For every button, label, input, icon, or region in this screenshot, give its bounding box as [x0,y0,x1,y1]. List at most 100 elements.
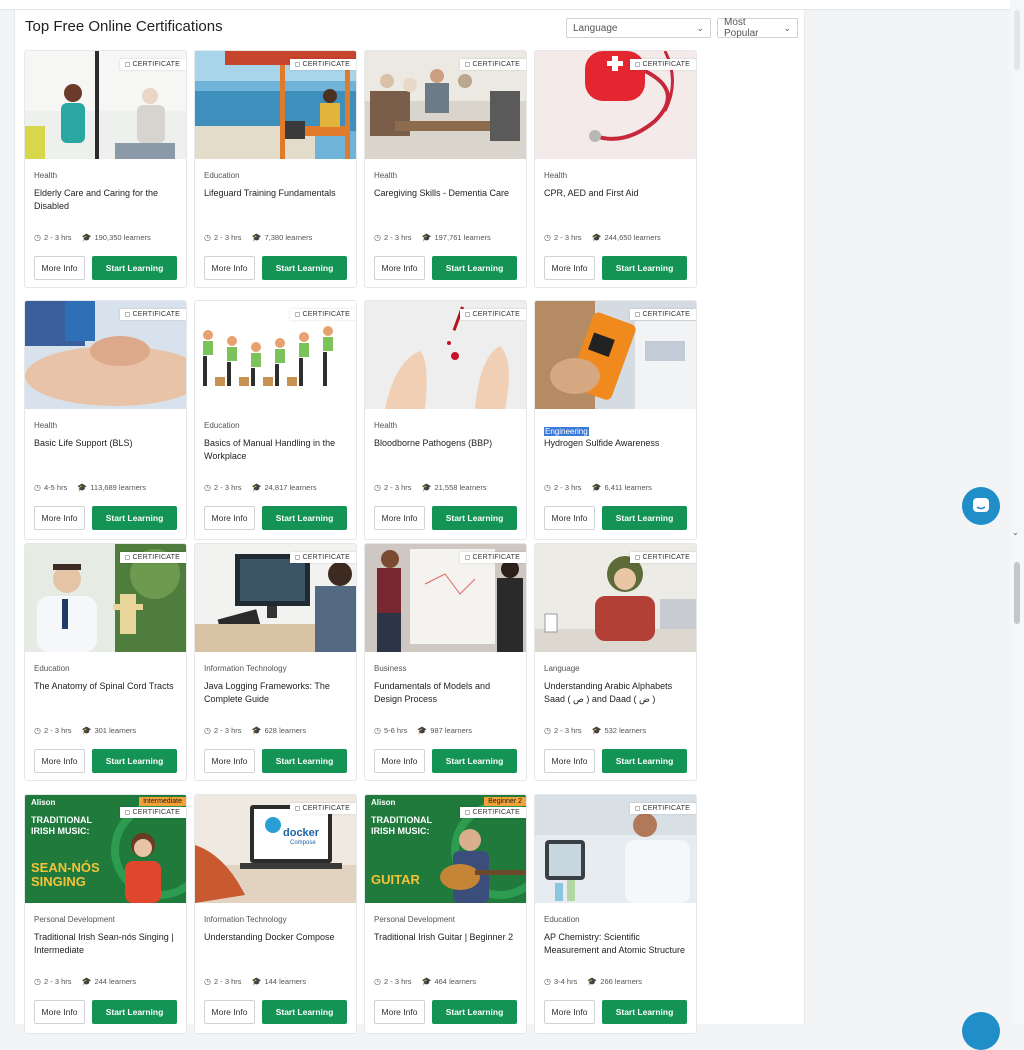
start-learning-button[interactable]: Start Learning [92,1000,177,1024]
course-card[interactable]: ▢ CERTIFICATE Health CPR, AED and First A… [534,50,697,288]
course-card[interactable]: ▢ CERTIFICATE Education AP Chemistry: Sci… [534,794,697,1034]
course-category: Engineering [544,427,589,436]
start-learning-button[interactable]: Start Learning [92,749,177,773]
course-card[interactable]: Alison Intermediate TRADITIONAL IRISH MU… [24,794,187,1034]
course-card[interactable]: ▢ CERTIFICATE Business Fundamentals of Mo… [364,543,527,781]
graduation-cap-icon: 🎓 [81,977,92,986]
course-meta: ◷ 2 - 3 hrs 🎓 197,761 learners [374,233,491,242]
scrollbar-thumb[interactable] [1014,562,1020,624]
clock-icon: ◷ [204,483,211,492]
more-info-button[interactable]: More Info [204,1000,255,1024]
sort-select[interactable]: Most Popular ⌄ [717,17,798,39]
course-title[interactable]: Traditional Irish Sean-nós Singing | Int… [34,931,179,957]
course-title[interactable]: Java Logging Frameworks: The Complete Gu… [204,680,349,706]
start-learning-button[interactable]: Start Learning [262,1000,347,1024]
course-category: Education [204,171,240,180]
course-title[interactable]: Fundamentals of Models and Design Proces… [374,680,519,706]
course-title[interactable]: AP Chemistry: Scientific Measurement and… [544,931,689,957]
course-meta: ◷ 2 - 3 hrs 🎓 7,380 learners [204,233,313,242]
course-card[interactable]: ▢ CERTIFICATE Education Basics of Manual … [194,300,357,540]
course-meta: ◷ 2 - 3 hrs 🎓 464 learners [374,977,477,986]
more-info-button[interactable]: More Info [204,256,255,280]
course-card[interactable]: ▢ CERTIFICATE Health Basic Life Support (… [24,300,187,540]
course-category: Personal Development [374,915,455,924]
course-thumbnail: Alison Beginner 2 TRADITIONAL IRISH MUSI… [365,795,526,903]
more-info-button[interactable]: More Info [374,256,425,280]
course-card[interactable]: ▢ CERTIFICATE Education The Anatomy of Sp… [24,543,187,781]
start-learning-button[interactable]: Start Learning [602,506,687,530]
course-card[interactable]: ▢ CERTIFICATE Education Lifeguard Trainin… [194,50,357,288]
alison-logo: Alison [371,798,396,807]
course-meta: ◷ 2 - 3 hrs 🎓 190,350 learners [34,233,151,242]
start-learning-button[interactable]: Start Learning [602,256,687,280]
start-learning-button[interactable]: Start Learning [262,256,347,280]
start-learning-button[interactable]: Start Learning [602,1000,687,1024]
start-learning-button[interactable]: Start Learning [432,749,517,773]
start-learning-button[interactable]: Start Learning [262,506,347,530]
chat-launcher-button-secondary[interactable] [962,1012,1000,1050]
chevron-down-icon[interactable]: ⌄ [1012,528,1019,537]
certificate-badge: ▢ CERTIFICATE [289,309,356,320]
course-category: Health [34,171,58,180]
course-thumbnail: ▢ CERTIFICATE [365,51,526,159]
more-info-button[interactable]: More Info [544,506,595,530]
more-info-button[interactable]: More Info [204,506,255,530]
banner-heading: GUITAR [371,872,420,887]
course-card[interactable]: ▢ CERTIFICATE Health Bloodborne Pathogens… [364,300,527,540]
more-info-button[interactable]: More Info [544,1000,595,1024]
chat-launcher-button[interactable] [962,487,1000,525]
course-thumbnail: ▢ CERTIFICATE [25,301,186,409]
language-select[interactable]: Language ⌄ [566,18,711,38]
course-card[interactable]: Alison Beginner 2 TRADITIONAL IRISH MUSI… [364,794,527,1034]
start-learning-button[interactable]: Start Learning [432,256,517,280]
course-title[interactable]: Lifeguard Training Fundamentals [204,187,349,200]
certificate-badge: ▢ CERTIFICATE [119,59,186,70]
course-card[interactable]: ▢ CERTIFICATE Engineering Hydrogen Sulfid… [534,300,697,540]
more-info-button[interactable]: More Info [374,506,425,530]
course-title[interactable]: Hydrogen Sulfide Awareness [544,437,689,450]
course-title[interactable]: Basics of Manual Handling in the Workpla… [204,437,349,463]
course-title[interactable]: Bloodborne Pathogens (BBP) [374,437,519,450]
clock-icon: ◷ [544,977,551,986]
certificate-icon: ▢ [634,806,641,812]
course-card[interactable]: ▢ CERTIFICATE Information Technology Java… [194,543,357,781]
banner-line: IRISH MUSIC: [371,826,430,836]
course-card[interactable]: docker Compose ▢ CERTIFICATE Information … [194,794,357,1034]
clock-icon: ◷ [34,977,41,986]
course-title[interactable]: Elderly Care and Caring for the Disabled [34,187,179,213]
more-info-button[interactable]: More Info [544,256,595,280]
course-title[interactable]: The Anatomy of Spinal Cord Tracts [34,680,179,693]
more-info-button[interactable]: More Info [544,749,595,773]
course-title[interactable]: Understanding Docker Compose [204,931,349,944]
course-meta: ◷ 3-4 hrs 🎓 266 learners [544,977,642,986]
start-learning-button[interactable]: Start Learning [92,256,177,280]
course-title[interactable]: Caregiving Skills - Dementia Care [374,187,519,200]
certificate-badge: ▢ CERTIFICATE [459,309,526,320]
certificate-badge: ▢ CERTIFICATE [629,552,696,563]
course-title[interactable]: CPR, AED and First Aid [544,187,689,200]
start-learning-button[interactable]: Start Learning [92,506,177,530]
course-meta: ◷ 2 - 3 hrs 🎓 244,650 learners [544,233,661,242]
clock-icon: ◷ [544,726,551,735]
banner-heading: SEAN-NÓS [31,860,100,875]
course-title[interactable]: Basic Life Support (BLS) [34,437,179,450]
page-scrollbar[interactable]: ⌄ [1010,0,1024,1024]
course-title[interactable]: Understanding Arabic Alphabets Saad ( ص … [544,680,689,706]
course-category: Personal Development [34,915,115,924]
more-info-button[interactable]: More Info [34,506,85,530]
more-info-button[interactable]: More Info [374,1000,425,1024]
course-card[interactable]: ▢ CERTIFICATE Language Understanding Arab… [534,543,697,781]
more-info-button[interactable]: More Info [34,1000,85,1024]
course-card[interactable]: ▢ CERTIFICATE Health Caregiving Skills - … [364,50,527,288]
course-category: Health [374,421,398,430]
start-learning-button[interactable]: Start Learning [432,506,517,530]
more-info-button[interactable]: More Info [374,749,425,773]
course-card[interactable]: ▢ CERTIFICATE Health Elderly Care and Car… [24,50,187,288]
start-learning-button[interactable]: Start Learning [262,749,347,773]
more-info-button[interactable]: More Info [34,749,85,773]
start-learning-button[interactable]: Start Learning [602,749,687,773]
more-info-button[interactable]: More Info [204,749,255,773]
course-title[interactable]: Traditional Irish Guitar | Beginner 2 [374,931,519,944]
more-info-button[interactable]: More Info [34,256,85,280]
start-learning-button[interactable]: Start Learning [432,1000,517,1024]
